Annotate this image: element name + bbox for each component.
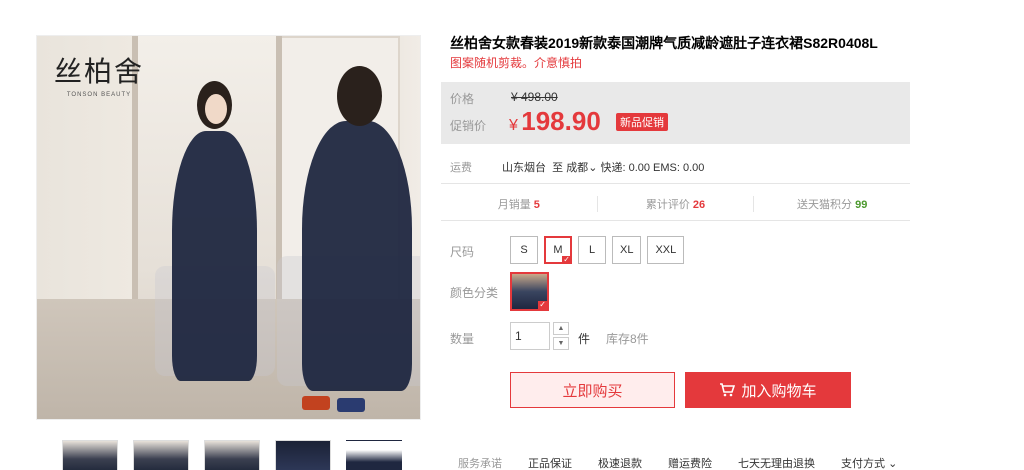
shoe-left [302,396,330,410]
buy-now-button[interactable]: 立即购买 [510,372,675,408]
thumbnail-5[interactable] [346,440,402,470]
promo-price-label: 促销价 [450,119,487,133]
stock-count: 库存8件 [606,332,649,346]
shipping-to: 至 [552,162,564,174]
brand-logo-cn: 丝柏舍 [53,55,144,88]
thumbnail-1[interactable] [62,440,118,470]
price-box: 价格 ¥ 498.00 促销价 ¥ 198.90 新品促销 [441,82,910,144]
shipping-fees: 快递: 0.00 EMS: 0.00 [600,162,705,174]
size-label: 尺码 [450,245,475,259]
dress [302,121,412,391]
stat-monthly-sales: 月销量 5 [441,196,598,212]
shipping-origin: 山东烟台 [502,162,546,174]
size-option-xxl[interactable]: XXL [647,236,685,264]
service-item: 赠运费险 [668,458,712,470]
promo-price: ¥ 198.90 [509,106,601,137]
stat-points-label: 送天猫积分 [797,199,853,211]
size-option-l[interactable]: L [578,236,606,264]
color-option[interactable] [510,272,549,311]
shipping-label: 运费 [450,162,472,174]
brand-logo: 丝柏舍 TONSON BEAUTY [51,50,147,98]
shipping-dest-select[interactable]: 成都⌄ [566,162,597,174]
size-option-s[interactable]: S [510,236,538,264]
add-to-cart-button[interactable]: 加入购物车 [685,372,851,408]
currency-symbol: ¥ [509,117,518,134]
stat-points: 送天猫积分 99 [754,196,910,212]
stat-reviews[interactable]: 累计评价 26 [598,196,755,212]
stat-reviews-label: 累计评价 [645,199,690,211]
size-option-xl[interactable]: XL [612,236,642,264]
qty-decrement-button[interactable]: ▼ [553,337,569,350]
model-face-reflection [205,94,227,124]
service-item: 七天无理由退换 [738,458,815,470]
services-label: 服务承诺 [458,458,502,470]
divider [441,220,910,221]
quantity-input[interactable] [510,322,550,350]
payment-method-dropdown[interactable]: 支付方式 ⌄ [841,455,897,470]
size-option-m[interactable]: M [544,236,572,264]
qty-label: 数量 [450,332,475,346]
shoe-right [337,398,365,412]
shipping-dest: 成都 [566,162,589,174]
stat-monthly-sales-value: 5 [533,199,540,211]
service-item: 极速退款 [598,458,642,470]
divider [441,183,910,184]
shipping-row: 运费 山东烟台 至 成都⌄ 快递: 0.00 EMS: 0.00 [450,159,704,175]
services-row: 服务承诺 正品保证 极速退款 赠运费险 七天无理由退换 支付方式 ⌄ [458,455,897,470]
stats-row: 月销量 5 累计评价 26 送天猫积分 99 [441,196,910,212]
stat-reviews-value: 26 [692,199,706,211]
thumbnail-strip [62,440,402,470]
color-label: 颜色分类 [450,286,499,300]
orig-price-label: 价格 [450,92,475,106]
thumbnail-4[interactable] [275,440,331,470]
stat-points-value: 99 [855,199,868,211]
qty-unit: 件 [578,332,591,346]
payment-method-label: 支付方式 [841,458,885,470]
dress-reflection [172,131,257,381]
main-product-image: 丝柏舍 TONSON BEAUTY [36,35,421,420]
service-item: 正品保证 [528,458,572,470]
product-subtitle: 图案随机剪裁。介意慎拍 [450,56,583,70]
chevron-down-icon: ⌄ [588,162,598,174]
add-to-cart-label: 加入购物车 [741,382,817,400]
orig-price: ¥ 498.00 [511,90,558,104]
model-head [337,66,382,126]
chevron-down-icon: ⌄ [888,458,898,470]
promo-price-value: 198.90 [521,106,601,136]
stat-monthly-sales-label: 月销量 [497,199,531,211]
shipping-info: 山东烟台 至 成都⌄ 快递: 0.00 EMS: 0.00 [502,159,704,175]
thumbnail-2[interactable] [133,440,189,470]
size-options: S M L XL XXL [510,236,685,264]
product-title: 丝柏舍女款春装2019新款泰国潮牌气质减龄遮肚子连衣裙S82R0408L [450,35,878,51]
qty-increment-button[interactable]: ▲ [553,322,569,335]
cart-icon [720,383,736,397]
brand-logo-en: TONSON BEAUTY [66,92,132,98]
promo-tag: 新品促销 [616,113,668,131]
thumbnail-3[interactable] [204,440,260,470]
